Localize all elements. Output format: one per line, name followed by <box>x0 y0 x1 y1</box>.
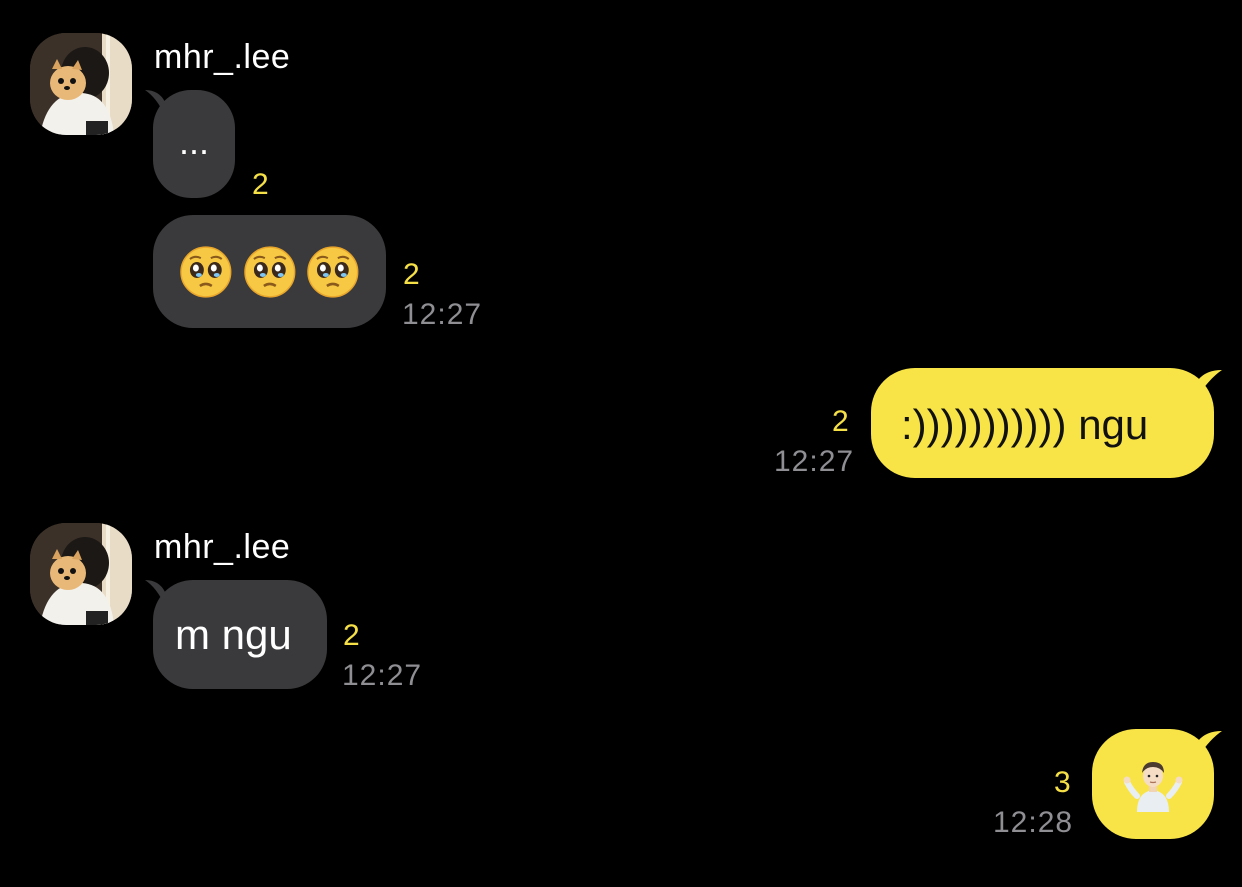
message-bubble[interactable]: ... <box>153 90 235 198</box>
person-shrugging-emoji <box>1123 762 1183 812</box>
message-text: ... <box>178 121 209 162</box>
unread-count: 2 <box>252 168 269 201</box>
message-time: 12:28 <box>993 806 1074 839</box>
unread-count: 2 <box>403 258 420 291</box>
bubble-tail <box>1198 731 1222 757</box>
message-time: 12:27 <box>402 298 483 331</box>
sender-name: mhr_.lee <box>154 38 291 76</box>
unread-count: 2 <box>343 619 360 652</box>
message-bubble[interactable]: m ngu <box>153 580 327 689</box>
message-time: 12:27 <box>342 659 423 692</box>
unread-count: 2 <box>832 405 849 438</box>
message-bubble[interactable] <box>153 215 386 328</box>
message-bubble[interactable]: :))))))))))) ngu <box>871 368 1214 478</box>
message-text: :))))))))))) ngu <box>901 401 1149 448</box>
bubble-tail <box>1198 370 1222 396</box>
unread-count: 3 <box>1054 766 1071 799</box>
message-time: 12:27 <box>774 445 855 478</box>
chat-screen: mhr_.lee ... 2 2 12:27 2 12:27:))))))))… <box>0 0 1242 887</box>
sender-avatar[interactable] <box>30 523 132 625</box>
sender-name: mhr_.lee <box>154 528 291 566</box>
sender-avatar[interactable] <box>30 33 132 135</box>
message-text: m ngu <box>175 610 292 658</box>
pleading-face-emoji <box>307 245 359 298</box>
pleading-face-emoji <box>180 245 232 298</box>
pleading-face-emoji <box>243 245 296 298</box>
